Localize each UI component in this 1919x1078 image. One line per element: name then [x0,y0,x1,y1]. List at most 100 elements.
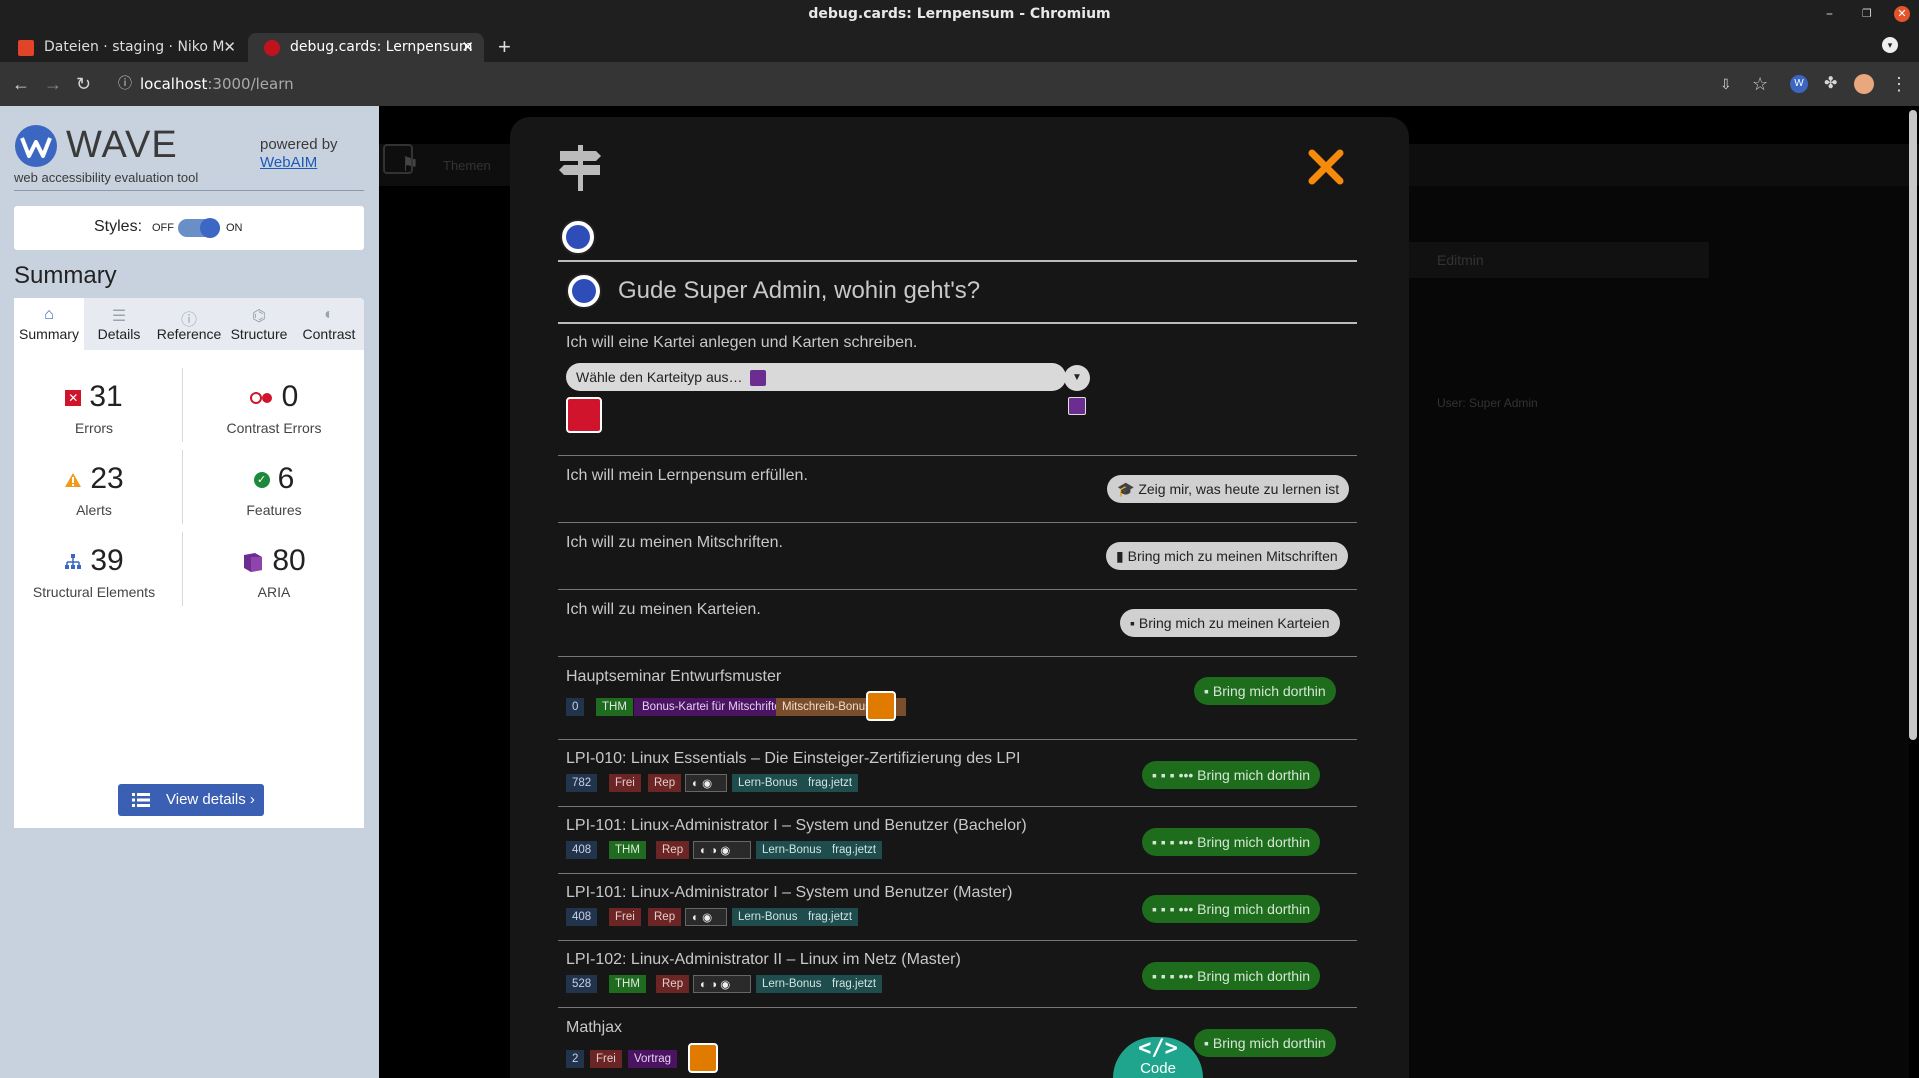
button-label: ••• Bring mich dorthin [1178,767,1310,783]
close-tab-icon[interactable]: ✕ [461,33,474,62]
tab-reference[interactable]: ⓘ Reference [154,298,224,350]
tab-contrast[interactable]: ◐ Contrast [294,298,364,350]
card-count-badge: 2 [566,1050,585,1068]
forward-icon[interactable]: → [44,74,62,94]
tab-summary[interactable]: ⌂ Summary [14,298,84,350]
features-count: 6 [277,462,295,495]
bonus-badge: Bonus-Kartei für Mitschriften [634,698,796,716]
learn-bonus-badge: Lern-Bonus [756,841,828,859]
styles-toggle[interactable] [178,218,220,238]
contrast-error-icon [249,392,274,405]
restore-icon[interactable]: ❐ [1862,0,1872,28]
wave-code-button[interactable]: </> Code [1113,1037,1203,1078]
stat-errors[interactable]: ✕ 31 Errors [14,380,174,436]
view-details-button[interactable]: View details › [118,784,264,816]
archive-icons: ▪ ▪ ▪ [1152,834,1175,850]
button-label: Zeig mir, was heute zu lernen ist [1138,481,1340,497]
minimize-icon[interactable]: – [1826,0,1833,28]
scrollbar[interactable] [1909,110,1917,740]
close-modal-icon[interactable] [1306,147,1346,187]
megaphone-icon[interactable] [383,144,413,174]
wave-error-icon [566,397,602,433]
window-title: debug.cards: Lernpensum - Chromium [808,6,1111,22]
aria-count: 80 [272,544,306,577]
tab-search-icon[interactable]: ▾ [1882,37,1898,53]
tab-debug-cards[interactable]: debug.cards: Lernpensum ✕ [248,33,484,62]
install-app-icon[interactable]: ⇩ [1720,74,1732,94]
tab-label: Dateien · staging · Niko M [44,39,225,55]
go-there-button[interactable]: ▪ ▪ ▪ ••• Bring mich dorthin [1142,828,1320,856]
divider [14,190,364,191]
signpost-icon [559,145,601,191]
tab-label: debug.cards: Lernpensum [290,39,473,55]
divider [558,260,1357,262]
list-icon: ☰ [111,308,127,325]
aria-icon [750,370,767,387]
tab-details[interactable]: ☰ Details [84,298,154,350]
profile-avatar-icon[interactable] [1854,74,1874,94]
stat-alerts[interactable]: 23 Alerts [14,462,174,518]
go-to-notes-button[interactable]: ▮ Bring mich zu meinen Mitschriften [1106,542,1348,570]
archive-icon: ▪ [1204,683,1209,699]
learn-bonus-badge: Lern-Bonus [732,908,804,926]
card-count-badge: 782 [566,774,598,792]
stat-structural[interactable]: 39 Structural Elements [14,544,174,600]
deck-title[interactable]: LPI-102: Linux-Administrator II – Linux … [566,951,961,969]
deck-title[interactable]: LPI-101: Linux-Administrator I – System … [566,817,1027,835]
view-details-label: View details › [166,791,255,808]
structure-icon [64,554,82,570]
wave-extension-icon[interactable]: W [1790,75,1808,93]
deck-title[interactable]: Mathjax [566,1019,622,1037]
card-count-badge: 528 [566,975,598,993]
features-label: Features [246,502,302,518]
divider [558,873,1357,874]
card-count-badge: 0 [566,698,585,716]
go-to-decks-button[interactable]: ▪ Bring mich zu meinen Karteien [1120,609,1340,637]
stat-aria[interactable]: 80 ARIA [194,544,354,600]
go-there-button[interactable]: ▪ ▪ ▪ ••• Bring mich dorthin [1142,895,1320,923]
user-label: User: Super Admin [1437,396,1538,410]
stat-features[interactable]: ✓ 6 Features [194,462,354,518]
chevron-down-icon[interactable]: ▼ [1064,365,1090,391]
structural-label: Structural Elements [32,584,156,600]
menu-kebab-icon[interactable]: ⋮ [1890,74,1908,94]
bookmark-star-icon[interactable]: ☆ [1752,74,1768,94]
go-there-button[interactable]: ▪ Bring mich dorthin [1194,677,1336,705]
extensions-puzzle-icon[interactable]: ✤ [1824,74,1837,94]
go-there-button[interactable]: ▪ ▪ ▪ ••• Bring mich dorthin [1142,962,1320,990]
close-tab-icon[interactable]: ✕ [223,33,236,62]
show-learning-button[interactable]: 🎓 Zeig mir, was heute zu lernen ist [1107,475,1350,503]
frag-jetzt-badge: frag.jetzt [802,908,859,926]
info-icon[interactable]: ⓘ [118,69,132,99]
list-icon [132,793,150,807]
learn-bonus-badge: Lern-Bonus [732,774,804,792]
stat-contrast-errors[interactable]: 0 Contrast Errors [194,380,354,436]
deck-title[interactable]: LPI-101: Linux-Administrator I – System … [566,884,1012,902]
deck-title[interactable]: Hauptseminar Entwurfsmuster [566,668,781,686]
reload-icon[interactable]: ↻ [76,74,91,94]
new-tab-icon[interactable]: + [498,34,511,60]
tab-gitlab[interactable]: Dateien · staging · Niko M ✕ [2,33,246,62]
go-there-button[interactable]: ▪ ▪ ▪ ••• Bring mich dorthin [1142,761,1320,789]
edit-input[interactable]: Editmin [1409,242,1709,278]
button-label: Bring mich dorthin [1212,683,1326,699]
address-bar[interactable]: ⓘ localhost:3000/learn [106,69,1726,99]
repetition-badge: Rep [648,774,682,792]
globe-icon[interactable] [560,219,596,255]
greeting-heading: Gude Super Admin, wohin geht's? [618,277,981,304]
repetition-badge: Rep [656,975,690,993]
divider [182,368,183,442]
icons-badge: ◐ ◑ ◉ [693,975,751,993]
deck-title[interactable]: LPI-010: Linux Essentials – Die Einsteig… [566,750,1020,768]
graduation-cap-icon: 🎓 [1117,481,1135,497]
deck-type-select[interactable]: Wähle den Karteityp aus… [566,363,1066,391]
go-there-button[interactable]: ▪ Bring mich dorthin [1194,1029,1336,1057]
card-count-badge: 408 [566,841,598,859]
back-icon[interactable]: ← [12,74,30,94]
tab-structure[interactable]: ⌬ Structure [224,298,294,350]
wave-panel: WAVE web accessibility evaluation tool p… [0,106,379,1078]
themen-link[interactable]: Themen [443,158,491,173]
webaim-link[interactable]: WebAIM [260,154,317,171]
gitlab-icon [18,40,34,56]
close-window-icon[interactable]: ✕ [1894,6,1910,22]
